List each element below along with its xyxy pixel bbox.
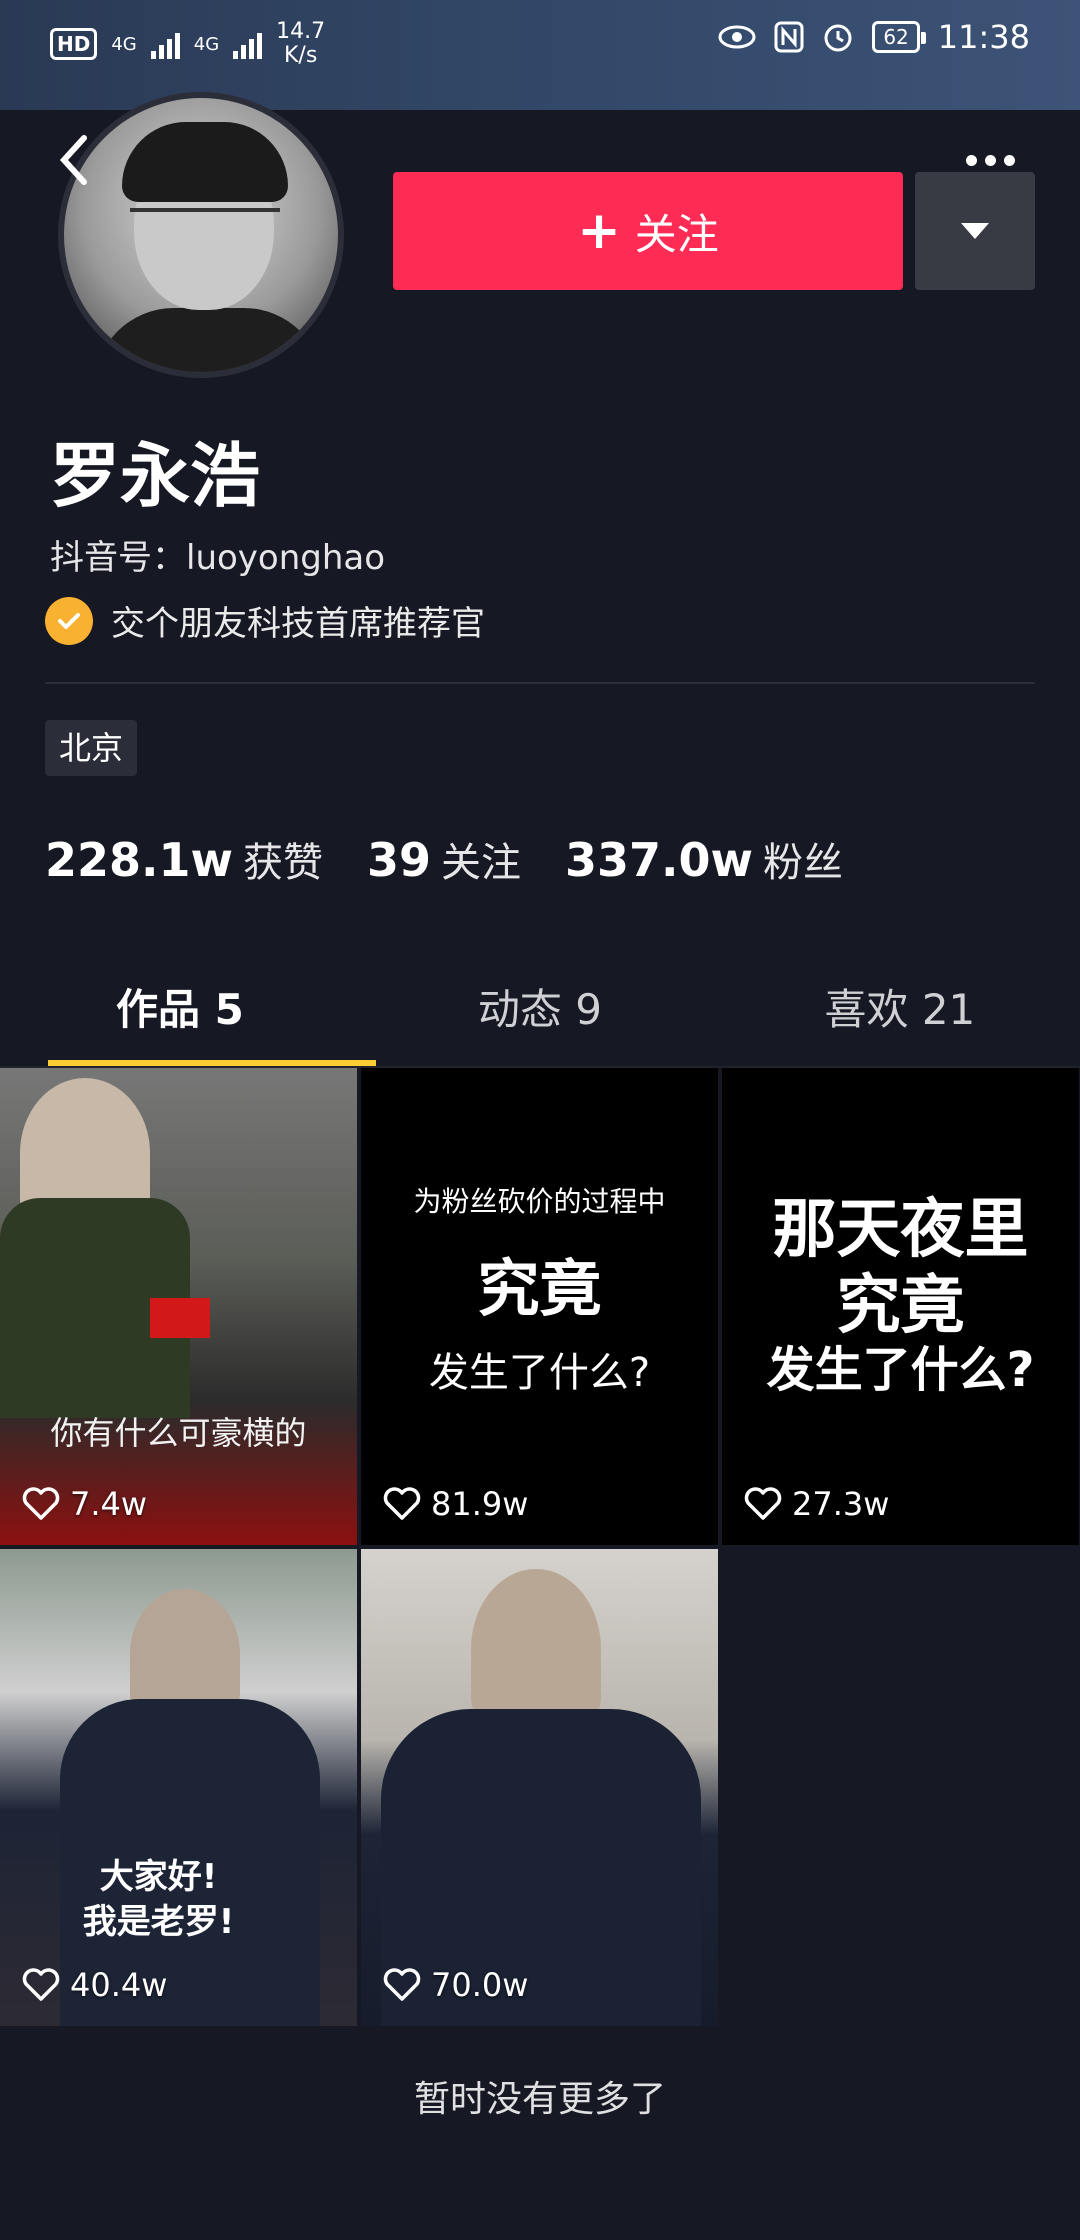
- video-likes-count: 40.4w: [70, 1966, 168, 2004]
- thumbnail-person: [471, 1569, 601, 1729]
- status-right: 62 11:38: [718, 18, 1030, 56]
- heart-icon: [744, 1487, 782, 1520]
- video-likes: 40.4w: [22, 1966, 167, 2004]
- profile-name: 罗永浩: [50, 435, 260, 517]
- stat-following[interactable]: 39 关注: [367, 830, 521, 888]
- video-likes: 70.0w: [383, 1966, 528, 2004]
- stat-following-label: 关注: [441, 840, 522, 886]
- video-thumbnail-3[interactable]: 那天夜里 究竟 发生了什么? 27.3w: [722, 1068, 1079, 1545]
- signal-icon: [150, 29, 180, 59]
- alarm-icon: [824, 24, 852, 52]
- recommend-dropdown-button[interactable]: [915, 172, 1035, 290]
- video-thumbnail-5[interactable]: 70.0w: [361, 1549, 718, 2026]
- dot-icon: [984, 154, 996, 166]
- douyin-id: 抖音号：luoyonghao: [50, 538, 386, 578]
- caret-down-icon: [961, 223, 989, 239]
- stat-likes-count: 228.1w: [45, 833, 233, 887]
- sim1-label: 4G: [111, 33, 137, 55]
- tab-works[interactable]: 作品 5: [0, 970, 360, 1070]
- plus-icon: +: [577, 201, 621, 261]
- avatar-hair: [122, 122, 288, 202]
- video-likes: 81.9w: [383, 1485, 528, 1523]
- back-button[interactable]: [54, 130, 94, 190]
- follow-button[interactable]: + 关注: [393, 172, 903, 290]
- video-title-line-3: 发生了什么?: [428, 1350, 651, 1396]
- thumbnail-redbox: [150, 1298, 210, 1338]
- tab-likes[interactable]: 喜欢 21: [720, 970, 1080, 1070]
- video-likes-count: 70.0w: [431, 1966, 529, 2004]
- divider: [45, 682, 1035, 684]
- network-speed-value: 14.7: [276, 19, 326, 44]
- tab-dynamics[interactable]: 动态 9: [360, 970, 720, 1070]
- avatar-glasses: [130, 208, 280, 238]
- stat-followers-count: 337.0w: [565, 833, 754, 887]
- verification-row: 交个朋友科技首席推荐官: [45, 596, 485, 645]
- video-title-line-3: 发生了什么?: [766, 1342, 1035, 1398]
- chevron-left-icon: [59, 135, 87, 185]
- stats-row: 228.1w 获赞 39 关注 337.0w 粉丝: [45, 830, 887, 888]
- dot-icon: [965, 154, 977, 166]
- no-more-content-text: 暂时没有更多了: [413, 2079, 666, 2120]
- video-thumbnail-4[interactable]: 大家好! 我是老罗! 40.4w: [0, 1549, 357, 2026]
- stat-likes-label: 获赞: [243, 840, 323, 886]
- location-tag: 北京: [45, 720, 138, 776]
- follow-label: 关注: [634, 209, 719, 259]
- profile-tabs: 作品 5 动态 9 喜欢 21: [0, 970, 1080, 1070]
- signal-icon-2: [233, 29, 263, 59]
- sim2-label: 4G: [193, 33, 220, 55]
- video-thumbnail-1[interactable]: 你有什么可豪横的 7.4w: [0, 1068, 357, 1545]
- video-title-line-2: 究竟: [477, 1252, 602, 1325]
- heart-icon: [383, 1968, 421, 2001]
- network-speed: 14.7 K/s: [276, 20, 325, 68]
- avatar-shirt: [94, 308, 324, 372]
- video-caption: 你有什么可豪横的: [50, 1414, 307, 1452]
- video-likes: 27.3w: [744, 1485, 889, 1523]
- heart-icon: [22, 1487, 60, 1520]
- avatar[interactable]: [58, 92, 344, 378]
- heart-icon: [383, 1487, 421, 1520]
- video-likes-count: 81.9w: [431, 1485, 529, 1523]
- video-likes: 7.4w: [22, 1485, 147, 1523]
- network-speed-unit: K/s: [283, 43, 318, 68]
- status-bar: HD 4G 4G 14.7 K/s 62 11:38: [0, 0, 1080, 110]
- stat-followers[interactable]: 337.0w 粉丝: [565, 830, 843, 888]
- clock: 11:38: [937, 18, 1030, 56]
- verification-text: 交个朋友科技首席推荐官: [111, 604, 485, 644]
- stat-following-count: 39: [367, 833, 432, 887]
- video-title-line-2: 我是老罗!: [82, 1902, 235, 1942]
- video-title-line-1: 大家好!: [99, 1857, 218, 1897]
- video-likes-count: 7.4w: [70, 1485, 148, 1523]
- dot-icon: [1003, 154, 1015, 166]
- nfc-icon: [774, 21, 804, 53]
- stat-likes: 228.1w 获赞: [45, 830, 323, 888]
- hd-badge: HD: [50, 28, 98, 60]
- video-likes-count: 27.3w: [792, 1485, 890, 1523]
- stat-followers-label: 粉丝: [763, 840, 844, 886]
- verified-check-icon: [45, 596, 93, 645]
- video-title-line-1: 为粉丝砍价的过程中: [413, 1185, 666, 1218]
- video-thumbnail-2[interactable]: 为粉丝砍价的过程中 究竟 发生了什么? 81.9w: [361, 1068, 718, 1545]
- status-left: HD 4G 4G 14.7 K/s: [50, 20, 325, 68]
- heart-icon: [22, 1968, 60, 2001]
- battery-indicator: 62: [872, 21, 927, 53]
- eye-icon: [718, 25, 756, 49]
